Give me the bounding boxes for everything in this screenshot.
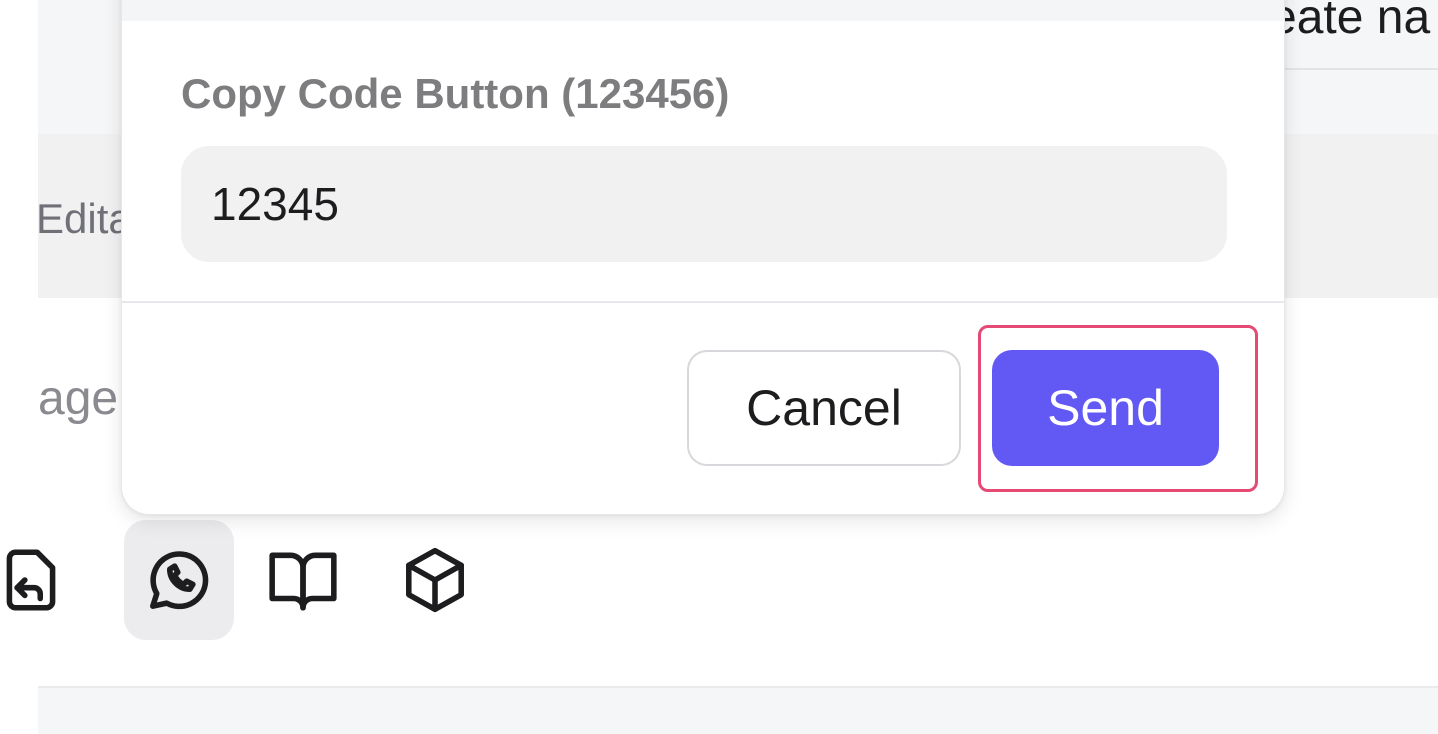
cube-icon [406, 547, 464, 613]
send-template-dialog: Copy Code Button (123456) Cancel Send [121, 0, 1285, 515]
copy-code-field-label: Copy Code Button (123456) [181, 70, 730, 117]
dialog-header-strip [122, 0, 1284, 21]
message-placeholder-partial: age [38, 372, 119, 425]
cancel-button[interactable]: Cancel [687, 350, 961, 466]
dialog-footer-divider [122, 301, 1284, 303]
book-icon [269, 552, 337, 611]
products-button[interactable] [380, 520, 490, 640]
reply-document-icon [6, 549, 56, 611]
edit-label-partial: Edita [36, 195, 132, 242]
whatsapp-icon [150, 551, 209, 610]
header-text-partial: eate na [1270, 0, 1431, 44]
header-divider [1282, 68, 1438, 70]
knowledge-base-button[interactable] [248, 520, 358, 640]
whatsapp-button[interactable] [124, 520, 234, 640]
reply-template-button[interactable] [0, 520, 86, 640]
footer-area [38, 688, 1438, 734]
copy-code-input[interactable] [181, 146, 1227, 262]
send-button[interactable]: Send [992, 350, 1219, 466]
composer-toolbar [6, 520, 538, 644]
